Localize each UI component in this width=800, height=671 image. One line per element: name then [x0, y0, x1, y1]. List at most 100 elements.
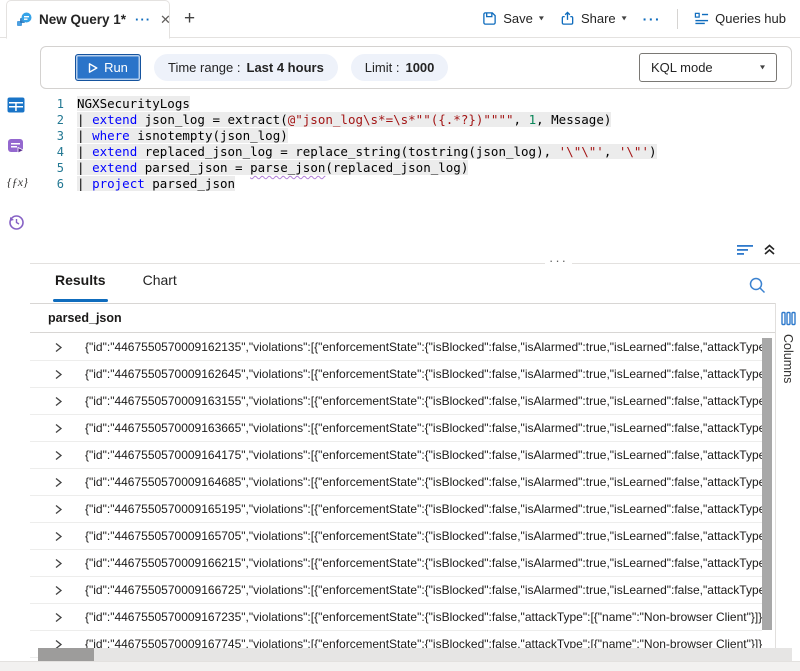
- results-grid: {"id":"4467550570009162135","violations"…: [30, 334, 762, 658]
- functions-icon[interactable]: {ƒx}: [7, 175, 25, 193]
- expand-chevron-icon[interactable]: [54, 612, 64, 622]
- results-tab-list: Results Chart: [55, 272, 177, 302]
- results-tab-results[interactable]: Results: [55, 272, 106, 302]
- code-text: | extend replaced_json_log = replace_str…: [77, 144, 657, 160]
- format-lines-icon[interactable]: [737, 244, 754, 256]
- table-row[interactable]: {"id":"4467550570009162135","violations"…: [30, 334, 762, 361]
- expand-chevron-icon[interactable]: [54, 423, 64, 433]
- horizontal-scrollbar[interactable]: [38, 648, 792, 661]
- share-icon: [560, 11, 575, 26]
- expand-chevron-icon[interactable]: [54, 585, 64, 595]
- code-line[interactable]: 3 | where isnotempty(json_log): [30, 128, 800, 144]
- more-commands-icon[interactable]: ···: [639, 11, 666, 27]
- run-label: Run: [104, 60, 128, 75]
- query-mode-select[interactable]: KQL mode ▾: [639, 53, 777, 82]
- row-json-text: {"id":"4467550570009164685","violations"…: [85, 475, 762, 489]
- collapse-editor-icon[interactable]: [763, 243, 776, 256]
- columns-panel-label: Columns: [781, 334, 795, 383]
- azure-data-explorer-window: New Query 1* ··· ✕ + Save ▾: [0, 0, 800, 671]
- code-text: NGXSecurityLogs: [77, 96, 190, 112]
- queries-hub-label: Queries hub: [715, 11, 786, 26]
- expand-chevron-icon[interactable]: [54, 477, 64, 487]
- results-tab-chart[interactable]: Chart: [143, 272, 177, 302]
- code-text: | extend json_log = extract(@"json_log\s…: [77, 112, 611, 128]
- table-row[interactable]: {"id":"4467550570009165195","violations"…: [30, 496, 762, 523]
- expand-chevron-icon[interactable]: [54, 450, 64, 460]
- expand-chevron-icon[interactable]: [54, 369, 64, 379]
- results-column-header[interactable]: parsed_json: [30, 303, 775, 333]
- new-tab-button[interactable]: +: [184, 8, 195, 30]
- row-json-text: {"id":"4467550570009167235","violations"…: [85, 610, 762, 624]
- history-icon[interactable]: [7, 213, 25, 231]
- horizontal-scrollbar-thumb[interactable]: [38, 648, 94, 661]
- columns-panel-tab[interactable]: Columns: [775, 303, 800, 649]
- share-chevron-down-icon[interactable]: ▾: [622, 14, 627, 23]
- tab-more-icon[interactable]: ···: [135, 12, 151, 27]
- table-row[interactable]: {"id":"4467550570009163665","violations"…: [30, 415, 762, 442]
- time-range-value: Last 4 hours: [247, 60, 324, 75]
- table-row[interactable]: {"id":"4467550570009166215","violations"…: [30, 550, 762, 577]
- tab-title: New Query 1*: [39, 12, 126, 27]
- row-json-text: {"id":"4467550570009162135","violations"…: [85, 340, 762, 354]
- limit-label: Limit :: [365, 60, 400, 75]
- column-header-label: parsed_json: [48, 311, 122, 325]
- vertical-scrollbar[interactable]: [762, 338, 772, 630]
- line-number: 6: [30, 176, 64, 192]
- limit-picker[interactable]: Limit : 1000: [351, 54, 449, 81]
- columns-icon: [781, 311, 796, 326]
- saved-scripts-icon[interactable]: [7, 137, 25, 155]
- mode-chevron-down-icon: ▾: [760, 63, 765, 72]
- row-json-text: {"id":"4467550570009162645","violations"…: [85, 367, 762, 381]
- row-json-text: {"id":"4467550570009163155","violations"…: [85, 394, 762, 408]
- code-text: | extend parsed_json = parse_json(replac…: [77, 160, 468, 176]
- share-button[interactable]: Share ▾: [556, 11, 631, 26]
- code-line[interactable]: 2 | extend json_log = extract(@"json_log\…: [30, 112, 800, 128]
- expand-chevron-icon[interactable]: [54, 342, 64, 352]
- save-button[interactable]: Save ▾: [478, 11, 548, 26]
- line-number: 4: [30, 144, 64, 160]
- expand-chevron-icon[interactable]: [54, 504, 64, 514]
- code-line[interactable]: 6| project parsed_json: [30, 176, 800, 192]
- line-number: 2: [30, 112, 64, 128]
- line-number: 1: [30, 96, 64, 112]
- table-row[interactable]: {"id":"4467550570009166725","violations"…: [30, 577, 762, 604]
- table-row[interactable]: {"id":"4467550570009165705","violations"…: [30, 523, 762, 550]
- table-explorer-icon[interactable]: [7, 97, 25, 115]
- code-line[interactable]: 5| extend parsed_json = parse_json(repla…: [30, 160, 800, 176]
- table-row[interactable]: {"id":"4467550570009164175","violations"…: [30, 442, 762, 469]
- code-text: | where isnotempty(json_log): [77, 128, 288, 144]
- save-chevron-down-icon[interactable]: ▾: [539, 14, 544, 23]
- adx-query-icon: [16, 12, 32, 28]
- table-row[interactable]: {"id":"4467550570009164685","violations"…: [30, 469, 762, 496]
- window-bottom-edge: [0, 661, 800, 671]
- share-label: Share: [581, 11, 616, 26]
- queries-hub-icon: [694, 11, 709, 26]
- code-line[interactable]: 1 NGXSecurityLogs: [30, 96, 800, 112]
- query-tab-bar: New Query 1* ··· ✕ + Save ▾: [0, 0, 800, 38]
- expand-chevron-icon[interactable]: [54, 558, 64, 568]
- expand-chevron-icon[interactable]: [54, 396, 64, 406]
- query-mode-value: KQL mode: [651, 60, 713, 75]
- command-divider: [677, 9, 678, 29]
- code-line[interactable]: 4 | extend replaced_json_log = replace_st…: [30, 144, 800, 160]
- panel-resize-handle[interactable]: ···: [545, 253, 572, 268]
- queries-hub-button[interactable]: Queries hub: [690, 11, 790, 26]
- tab-close-icon[interactable]: ✕: [160, 12, 171, 28]
- table-row[interactable]: {"id":"4467550570009163155","violations"…: [30, 388, 762, 415]
- line-number: 3: [30, 128, 64, 144]
- expand-chevron-icon[interactable]: [54, 531, 64, 541]
- time-range-picker[interactable]: Time range : Last 4 hours: [154, 54, 338, 81]
- row-json-text: {"id":"4467550570009164175","violations"…: [85, 448, 762, 462]
- save-label: Save: [503, 11, 533, 26]
- row-json-text: {"id":"4467550570009166725","violations"…: [85, 583, 762, 597]
- table-row[interactable]: {"id":"4467550570009162645","violations"…: [30, 361, 762, 388]
- search-results-icon[interactable]: [748, 276, 768, 296]
- table-row[interactable]: {"id":"4467550570009167235","violations"…: [30, 604, 762, 631]
- row-json-text: {"id":"4467550570009166215","violations"…: [85, 556, 762, 570]
- tab-new-query-1[interactable]: New Query 1* ··· ✕: [6, 0, 170, 39]
- row-json-text: {"id":"4467550570009165195","violations"…: [85, 502, 762, 516]
- run-button[interactable]: Run: [75, 54, 141, 81]
- row-json-text: {"id":"4467550570009163665","violations"…: [85, 421, 762, 435]
- kql-editor[interactable]: 1 NGXSecurityLogs 2 | extend json_log = ext…: [30, 96, 800, 242]
- save-icon: [482, 11, 497, 26]
